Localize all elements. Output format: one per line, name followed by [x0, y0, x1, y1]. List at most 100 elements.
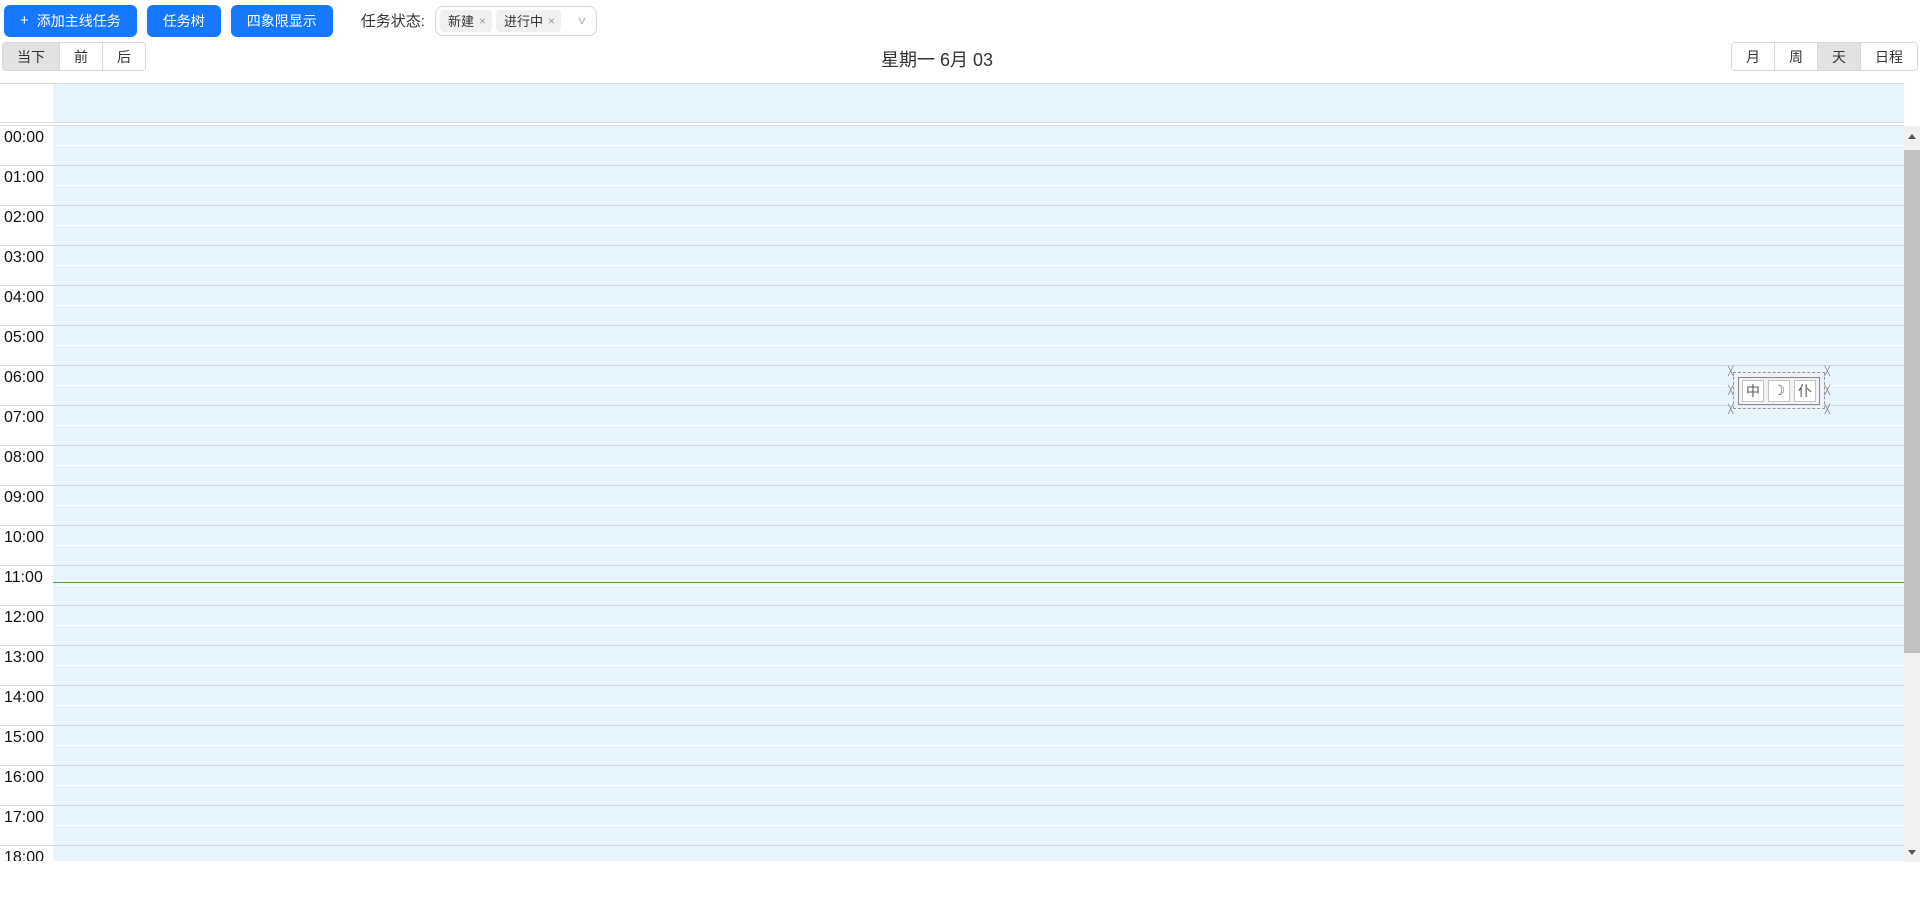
time-slot[interactable]: [53, 646, 1904, 685]
tag-close-icon[interactable]: ×: [479, 15, 486, 27]
time-slot[interactable]: [53, 326, 1904, 365]
time-label: 11:00: [0, 566, 53, 605]
view-week-button[interactable]: 周: [1774, 43, 1817, 70]
drag-handle-mark: ╳: [1728, 404, 1734, 414]
time-label: 17:00: [0, 806, 53, 845]
time-row: 10:00: [0, 526, 1904, 566]
arrow-up-icon: [1908, 133, 1916, 139]
time-label: 16:00: [0, 766, 53, 805]
time-rows-container: 00:00 01:00 02:00 03:00 04:00 05:00 06:00 07:00…: [0, 126, 1904, 861]
time-slot[interactable]: [53, 606, 1904, 645]
time-row: 15:00: [0, 726, 1904, 766]
time-grid-viewport[interactable]: 00:00 01:00 02:00 03:00 04:00 05:00 06:00 07:00…: [0, 125, 1904, 861]
time-slot[interactable]: [53, 726, 1904, 765]
time-row: 03:00: [0, 246, 1904, 286]
time-row: 04:00: [0, 286, 1904, 326]
time-row: 18:00: [0, 846, 1904, 861]
time-label: 04:00: [0, 286, 53, 325]
status-tag-in-progress-label: 进行中: [503, 14, 543, 29]
view-agenda-button[interactable]: 日程: [1860, 43, 1917, 70]
drag-handle-mark: ╳: [1728, 385, 1734, 395]
time-row: 00:00: [0, 126, 1904, 166]
time-row: 09:00: [0, 486, 1904, 526]
add-main-task-label: 添加主线任务: [36, 12, 121, 29]
drag-handle-mark: ╳: [1824, 366, 1830, 376]
task-status-select[interactable]: 新建 × 进行中 × ∨: [434, 5, 597, 36]
task-tree-button[interactable]: 任务树: [146, 4, 221, 37]
time-row: 17:00: [0, 806, 1904, 846]
ime-moon-icon[interactable]: ☽: [1768, 379, 1790, 402]
time-row: 02:00: [0, 206, 1904, 246]
time-slot[interactable]: [53, 206, 1904, 245]
drag-handle-mark: ╳: [1728, 366, 1734, 376]
time-label: 05:00: [0, 326, 53, 365]
time-row: 05:00: [0, 326, 1904, 366]
status-tag-in-progress[interactable]: 进行中 ×: [495, 9, 561, 32]
time-row: 08:00: [0, 446, 1904, 486]
time-label: 15:00: [0, 726, 53, 765]
status-tag-new[interactable]: 新建 ×: [439, 9, 492, 32]
time-slot[interactable]: [53, 526, 1904, 565]
time-slot[interactable]: [53, 686, 1904, 725]
time-label: 03:00: [0, 246, 53, 285]
all-day-gutter: [0, 84, 53, 122]
ime-toolbar-drag-frame[interactable]: ╳ ╳ ╳ ╳ ╳ ╳ 中 ☽ 仆: [1728, 367, 1830, 414]
time-row: 14:00: [0, 686, 1904, 726]
time-label: 10:00: [0, 526, 53, 565]
time-slot[interactable]: [53, 286, 1904, 325]
ime-tool-icon[interactable]: 仆: [1794, 379, 1816, 402]
day-calendar: 00:00 01:00 02:00 03:00 04:00 05:00 06:00 07:00…: [0, 83, 1904, 861]
time-slot[interactable]: [53, 446, 1904, 485]
time-label: 07:00: [0, 406, 53, 445]
scroll-down-button[interactable]: [1904, 842, 1920, 862]
ime-toolbar[interactable]: 中 ☽ 仆: [1738, 376, 1820, 405]
time-row: 12:00: [0, 606, 1904, 646]
task-status-label: 任务状态:: [360, 13, 425, 30]
view-month-button[interactable]: 月: [1732, 43, 1774, 70]
time-slot[interactable]: [53, 406, 1904, 445]
time-slot[interactable]: [53, 166, 1904, 205]
vertical-scrollbar[interactable]: [1904, 126, 1920, 862]
drag-handle-mark: ╳: [1824, 404, 1830, 414]
time-label: 09:00: [0, 486, 53, 525]
time-label: 18:00: [0, 846, 53, 861]
chevron-down-icon[interactable]: ∨: [576, 14, 587, 27]
page-title: 星期一 6月 03: [880, 50, 994, 70]
time-slot[interactable]: [53, 846, 1904, 861]
time-label: 08:00: [0, 446, 53, 485]
time-label: 02:00: [0, 206, 53, 245]
plus-icon: +: [20, 12, 29, 29]
time-label: 13:00: [0, 646, 53, 685]
top-toolbar: + 添加主线任务 任务树 四象限显示 任务状态: 新建 × 进行中 × ∨: [0, 0, 1920, 41]
view-switch-group: 月 周 天 日程: [1731, 42, 1918, 71]
time-row: 07:00: [0, 406, 1904, 446]
time-slot[interactable]: [53, 766, 1904, 805]
all-day-row: [0, 83, 1904, 123]
time-label: 14:00: [0, 686, 53, 725]
scroll-up-button[interactable]: [1904, 126, 1920, 146]
drag-handle-mark: ╳: [1824, 385, 1830, 395]
time-row: 13:00: [0, 646, 1904, 686]
view-day-button[interactable]: 天: [1817, 43, 1860, 70]
all-day-slot[interactable]: [53, 84, 1904, 122]
arrow-down-icon: [1908, 849, 1916, 855]
time-label: 12:00: [0, 606, 53, 645]
time-label: 01:00: [0, 166, 53, 205]
time-row: 11:00: [0, 566, 1904, 606]
quadrant-display-button[interactable]: 四象限显示: [230, 4, 333, 37]
time-slot[interactable]: [53, 246, 1904, 285]
calendar-nav-bar: 当下 前 后 星期一 6月 03 月 周 天 日程: [0, 41, 1920, 72]
time-slot[interactable]: [53, 486, 1904, 525]
time-label: 00:00: [0, 126, 53, 165]
time-row: 01:00: [0, 166, 1904, 206]
time-label: 06:00: [0, 366, 53, 405]
scrollbar-thumb[interactable]: [1904, 150, 1920, 653]
add-main-task-button[interactable]: + 添加主线任务: [4, 4, 137, 37]
time-slot[interactable]: [53, 566, 1904, 605]
time-slot[interactable]: [53, 126, 1904, 165]
time-slot[interactable]: [53, 806, 1904, 845]
ime-chinese-mode-button[interactable]: 中: [1742, 379, 1764, 402]
tag-close-icon[interactable]: ×: [548, 15, 555, 27]
time-slot[interactable]: [53, 366, 1904, 405]
time-row: 16:00: [0, 766, 1904, 806]
